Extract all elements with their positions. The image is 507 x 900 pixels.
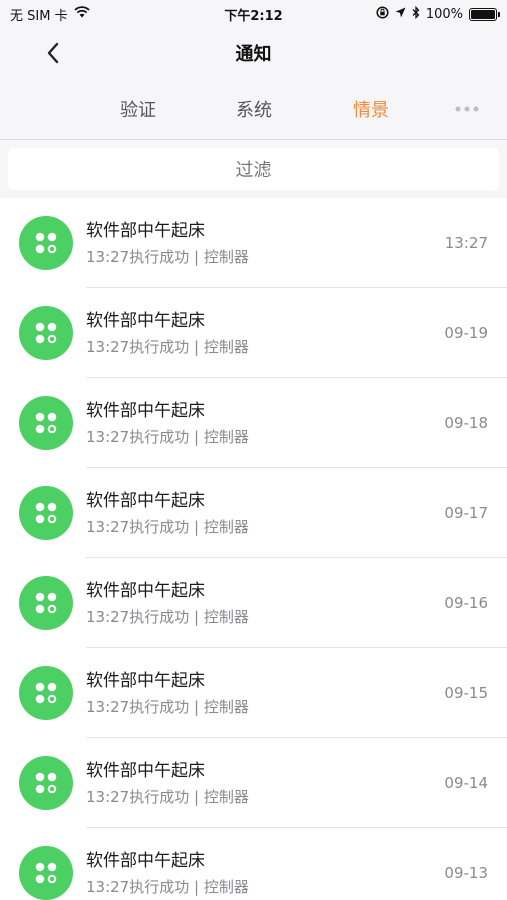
- scene-icon: [35, 322, 57, 344]
- item-subtitle: 13:27执行成功 | 控制器: [86, 787, 249, 806]
- bluetooth-icon: [412, 5, 420, 23]
- scene-avatar: [19, 666, 73, 720]
- carrier-label: 无 SIM 卡: [10, 8, 68, 24]
- scene-avatar: [19, 486, 73, 540]
- item-date: 13:27: [444, 234, 488, 252]
- item-body: 软件部中午起床 13:27执行成功 | 控制器: [86, 850, 444, 897]
- item-body: 软件部中午起床 13:27执行成功 | 控制器: [86, 580, 444, 627]
- item-subtitle: 13:27执行成功 | 控制器: [86, 877, 249, 896]
- item-date: 09-17: [444, 504, 488, 522]
- item-subtitle: 13:27执行成功 | 控制器: [86, 427, 249, 446]
- back-button[interactable]: [38, 38, 68, 68]
- status-bar: 无 SIM 卡 下午2:12 100%: [0, 0, 507, 28]
- more-options-button[interactable]: [455, 106, 479, 111]
- item-body: 软件部中午起床 13:27执行成功 | 控制器: [86, 310, 444, 357]
- item-date: 09-16: [444, 594, 488, 612]
- item-subtitle: 13:27执行成功 | 控制器: [86, 247, 249, 266]
- list-item[interactable]: 软件部中午起床 13:27执行成功 | 控制器 09-13: [0, 828, 507, 900]
- filter-section: 过滤: [0, 140, 507, 198]
- item-title: 软件部中午起床: [86, 670, 205, 691]
- scene-avatar: [19, 756, 73, 810]
- tab-verification[interactable]: 验证: [120, 96, 156, 122]
- item-body: 软件部中午起床 13:27执行成功 | 控制器: [86, 400, 444, 447]
- item-title: 软件部中午起床: [86, 220, 205, 241]
- list-item[interactable]: 软件部中午起床 13:27执行成功 | 控制器 09-15: [0, 648, 507, 738]
- scene-avatar: [19, 216, 73, 270]
- notification-list: 软件部中午起床 13:27执行成功 | 控制器 13:27 软件部中午起床 13…: [0, 198, 507, 900]
- header: 无 SIM 卡 下午2:12 100% 通知 验证 系统 情景: [0, 0, 507, 140]
- status-time: 下午2:12: [224, 8, 283, 24]
- item-title: 软件部中午起床: [86, 850, 205, 871]
- scene-avatar: [19, 306, 73, 360]
- tab-bar: 验证 系统 情景: [0, 78, 507, 140]
- scene-icon: [35, 232, 57, 254]
- item-date: 09-15: [444, 684, 488, 702]
- list-item[interactable]: 软件部中午起床 13:27执行成功 | 控制器 09-17: [0, 468, 507, 558]
- tab-scene[interactable]: 情景: [353, 96, 389, 122]
- battery-percent: 100%: [425, 6, 463, 22]
- status-left: 无 SIM 卡: [10, 5, 90, 24]
- chevron-left-icon: [47, 42, 59, 64]
- scene-icon: [35, 412, 57, 434]
- scene-icon: [35, 682, 57, 704]
- list-item[interactable]: 软件部中午起床 13:27执行成功 | 控制器 13:27: [0, 198, 507, 288]
- item-subtitle: 13:27执行成功 | 控制器: [86, 517, 249, 536]
- item-date: 09-13: [444, 864, 488, 882]
- item-subtitle: 13:27执行成功 | 控制器: [86, 697, 249, 716]
- list-item[interactable]: 软件部中午起床 13:27执行成功 | 控制器 09-18: [0, 378, 507, 468]
- location-icon: [395, 7, 406, 22]
- item-body: 软件部中午起床 13:27执行成功 | 控制器: [86, 220, 445, 267]
- item-body: 软件部中午起床 13:27执行成功 | 控制器: [86, 760, 444, 807]
- more-dot-icon: [473, 106, 479, 111]
- scene-avatar: [19, 576, 73, 630]
- filter-button[interactable]: 过滤: [8, 148, 499, 190]
- scene-icon: [35, 502, 57, 524]
- item-title: 软件部中午起床: [86, 490, 205, 511]
- page-title: 通知: [235, 44, 272, 65]
- item-body: 软件部中午起床 13:27执行成功 | 控制器: [86, 670, 444, 717]
- item-subtitle: 13:27执行成功 | 控制器: [86, 337, 249, 356]
- list-item[interactable]: 软件部中午起床 13:27执行成功 | 控制器 09-16: [0, 558, 507, 648]
- more-dot-icon: [464, 106, 470, 111]
- item-date: 09-18: [444, 414, 488, 432]
- item-date: 09-14: [444, 774, 488, 792]
- status-right: 100%: [376, 5, 500, 23]
- scene-icon: [35, 592, 57, 614]
- item-title: 软件部中午起床: [86, 400, 205, 421]
- scene-icon: [35, 862, 57, 884]
- scene-avatar: [19, 396, 73, 450]
- scene-avatar: [19, 846, 73, 900]
- list-item[interactable]: 软件部中午起床 13:27执行成功 | 控制器 09-19: [0, 288, 507, 378]
- item-date: 09-19: [444, 324, 488, 342]
- list-item[interactable]: 软件部中午起床 13:27执行成功 | 控制器 09-14: [0, 738, 507, 828]
- tab-system[interactable]: 系统: [236, 96, 272, 122]
- more-dot-icon: [455, 106, 461, 111]
- rotation-lock-icon: [376, 5, 389, 23]
- battery-icon: [469, 7, 500, 21]
- wifi-icon: [73, 6, 90, 22]
- item-title: 软件部中午起床: [86, 580, 205, 601]
- item-title: 软件部中午起床: [86, 760, 205, 781]
- item-title: 软件部中午起床: [86, 310, 205, 331]
- scene-icon: [35, 772, 57, 794]
- nav-bar: 通知: [0, 28, 507, 78]
- item-body: 软件部中午起床 13:27执行成功 | 控制器: [86, 490, 444, 537]
- battery-fill: [471, 9, 495, 19]
- item-subtitle: 13:27执行成功 | 控制器: [86, 607, 249, 626]
